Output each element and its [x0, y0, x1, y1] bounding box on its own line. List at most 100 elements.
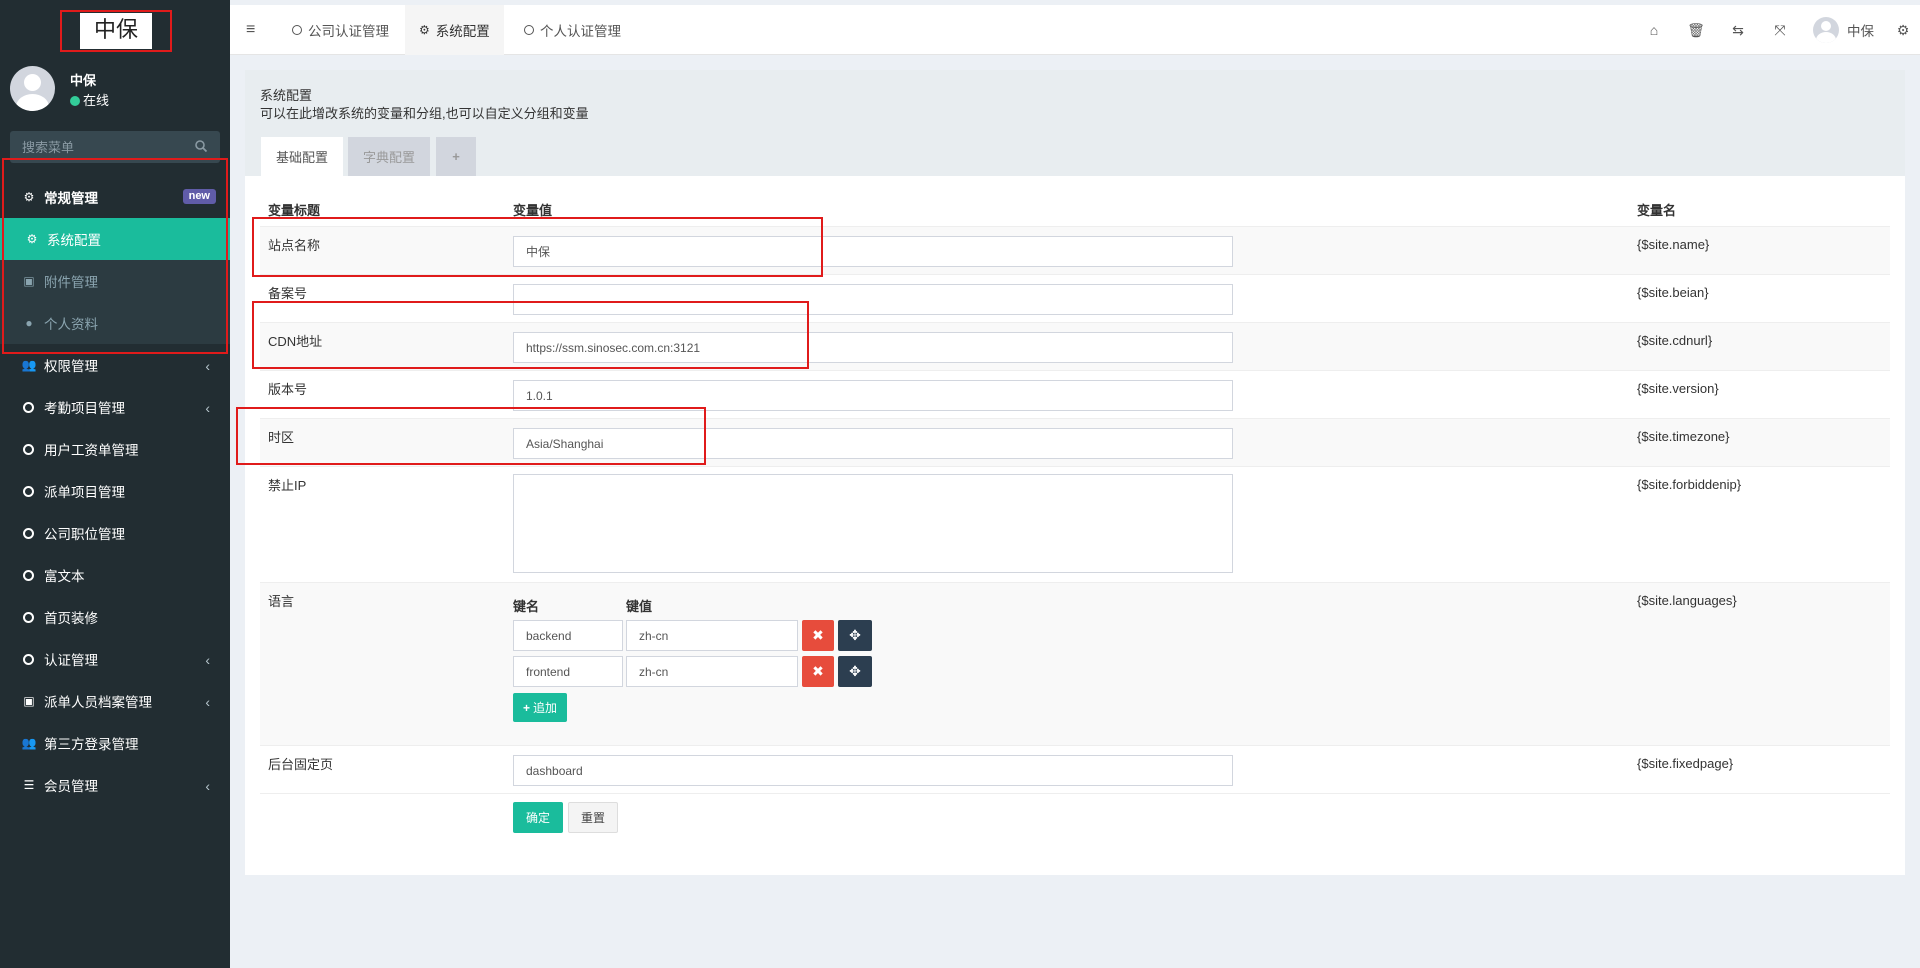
logo[interactable]: 中保: [60, 10, 172, 52]
var-name: {$site.timezone}: [1637, 429, 1730, 444]
sidebar-item-auth[interactable]: 👥 权限管理 ‹: [0, 344, 230, 386]
page-description: 可以在此增改系统的变量和分组,也可以自定义分组和变量: [260, 106, 589, 121]
header-value: 变量值: [513, 203, 553, 218]
sidebar: 中保 中保 在线 ⚙ 常规管理 new ⚙ 系统配置 ▣ 附件管理 ● 个人资料…: [0, 0, 230, 968]
new-badge: new: [182, 189, 216, 204]
language-value-input[interactable]: zh-cn: [626, 620, 798, 651]
sidebar-item-label: 首页装修: [44, 611, 98, 626]
cdn-url-input[interactable]: https://ssm.sinosec.com.cn:3121: [513, 332, 1233, 363]
user-icon: ●: [25, 316, 33, 330]
beian-input[interactable]: [513, 284, 1233, 315]
gear-icon: ⚙: [26, 232, 38, 246]
fixed-page-input[interactable]: dashboard: [513, 755, 1233, 786]
version-input[interactable]: 1.0.1: [513, 380, 1233, 411]
sidebar-item-label: 第三方登录管理: [44, 737, 139, 752]
chevron-left-icon: ‹: [205, 778, 210, 794]
avatar: [10, 66, 55, 111]
timezone-input[interactable]: Asia/Shanghai: [513, 428, 1233, 459]
sidebar-item-attendance[interactable]: 考勤项目管理 ‹: [0, 386, 230, 428]
sidebar-item-label: 考勤项目管理: [44, 401, 125, 416]
table-row: 站点名称 中保 {$site.name}: [260, 226, 1890, 274]
table-row: 后台固定页 dashboard {$site.fixedpage}: [260, 745, 1890, 793]
append-button[interactable]: + 追加: [513, 693, 568, 722]
sidebar-item-label: 富文本: [44, 569, 85, 584]
sidebar-item-dispatch-project[interactable]: 派单项目管理: [0, 470, 230, 512]
table-row: 版本号 1.0.1 {$site.version}: [260, 370, 1890, 418]
sidebar-item-general[interactable]: ⚙ 常规管理 new: [0, 176, 230, 218]
user-menu[interactable]: 中保: [1801, 17, 1886, 43]
user-name: 中保: [70, 73, 97, 88]
sidebar-item-payroll[interactable]: 用户工资单管理: [0, 428, 230, 470]
key-header: 键名: [513, 599, 540, 614]
var-name: {$site.version}: [1637, 381, 1719, 396]
cogs-icon[interactable]: ⚙: [1886, 5, 1920, 55]
table-row: 禁止IP {$site.forbiddenip}: [260, 466, 1890, 582]
tab-dict-config[interactable]: 字典配置: [348, 137, 430, 176]
language-key-input[interactable]: frontend: [513, 656, 623, 687]
table-row: 时区 Asia/Shanghai {$site.timezone}: [260, 418, 1890, 466]
sidebar-item-dispatch-staff[interactable]: ▣ 派单人员档案管理 ‹: [0, 680, 230, 722]
sidebar-menu: ⚙ 常规管理 new ⚙ 系统配置 ▣ 附件管理 ● 个人资料 👥 权限管理 ‹…: [0, 176, 230, 806]
sidebar-item-richtext[interactable]: 富文本: [0, 554, 230, 596]
language-value-input[interactable]: zh-cn: [626, 656, 798, 687]
sidebar-item-label: 常规管理: [44, 191, 98, 206]
language-key-input[interactable]: backend: [513, 620, 623, 651]
drag-handle-icon[interactable]: ✥: [838, 620, 872, 651]
home-icon[interactable]: ⌂: [1633, 5, 1675, 55]
top-navbar: ≡ 公司认证管理 ⚙ 系统配置 个人认证管理 ⌂ 🗑 ⇆ ⤧ 中保 ⚙: [230, 5, 1920, 55]
var-name: {$site.fixedpage}: [1637, 756, 1734, 771]
menu-toggle-icon[interactable]: ≡: [246, 21, 262, 38]
sidebar-item-homepage[interactable]: 首页装修: [0, 596, 230, 638]
status-text: 在线: [83, 93, 110, 108]
sidebar-item-attachment[interactable]: ▣ 附件管理: [0, 260, 230, 302]
var-name: {$site.languages}: [1637, 593, 1737, 608]
circle-icon: [23, 653, 34, 665]
table-row: 语言 键名 键值 backend zh-cn ✖ ✥ frontend zh-c…: [260, 582, 1890, 745]
sidebar-item-label: 会员管理: [44, 779, 98, 794]
circle-icon: [23, 611, 34, 623]
sidebar-item-label: 个人资料: [44, 317, 98, 332]
search-icon[interactable]: [194, 139, 208, 153]
var-name: {$site.beian}: [1637, 285, 1709, 300]
sidebar-item-third-party-login[interactable]: 👥 第三方登录管理: [0, 722, 230, 764]
table-row: 备案号 {$site.beian}: [260, 274, 1890, 322]
tab-system-config[interactable]: ⚙ 系统配置: [405, 5, 504, 55]
sidebar-item-label: 系统配置: [47, 233, 101, 248]
circle-icon: [23, 401, 34, 413]
circle-icon: [23, 485, 34, 497]
sidebar-item-system-config[interactable]: ⚙ 系统配置: [0, 218, 230, 260]
site-name-input[interactable]: 中保: [513, 236, 1233, 267]
var-name: {$site.cdnurl}: [1637, 333, 1713, 348]
page-title: 系统配置: [260, 88, 313, 103]
row-label: 站点名称: [268, 238, 321, 253]
sidebar-item-label: 认证管理: [44, 653, 98, 668]
trash-icon[interactable]: 🗑: [1675, 5, 1717, 55]
tab-company-cert[interactable]: 公司认证管理: [278, 5, 403, 55]
drag-handle-icon[interactable]: ✥: [838, 656, 872, 687]
header-label: 变量标题: [268, 203, 321, 218]
sidebar-item-profile[interactable]: ● 个人资料: [0, 302, 230, 344]
circle-icon: [23, 527, 34, 539]
var-name: {$site.forbiddenip}: [1637, 477, 1742, 492]
translate-icon[interactable]: ⇆: [1717, 5, 1759, 55]
add-tab-button[interactable]: +: [436, 137, 476, 176]
users-icon: 👥: [21, 358, 37, 372]
remove-button[interactable]: ✖: [802, 620, 834, 651]
sidebar-item-positions[interactable]: 公司职位管理: [0, 512, 230, 554]
image-icon: ▣: [23, 274, 35, 288]
forbidden-ip-textarea[interactable]: [513, 474, 1233, 573]
submit-button[interactable]: 确定: [513, 802, 563, 833]
username: 中保: [1847, 24, 1874, 39]
sidebar-item-certification[interactable]: 认证管理 ‹: [0, 638, 230, 680]
fullscreen-icon[interactable]: ⤧: [1759, 5, 1801, 55]
search-input[interactable]: [10, 131, 190, 163]
avatar: [1813, 17, 1839, 43]
reset-button[interactable]: 重置: [568, 802, 618, 833]
row-label: 禁止IP: [268, 478, 307, 493]
sidebar-item-members[interactable]: ☰ 会员管理 ‹: [0, 764, 230, 806]
remove-button[interactable]: ✖: [802, 656, 834, 687]
tab-personal-cert[interactable]: 个人认证管理: [510, 5, 635, 55]
row-label: 语言: [268, 594, 295, 609]
tab-basic-config[interactable]: 基础配置: [261, 137, 343, 176]
chevron-left-icon: ‹: [205, 694, 210, 710]
